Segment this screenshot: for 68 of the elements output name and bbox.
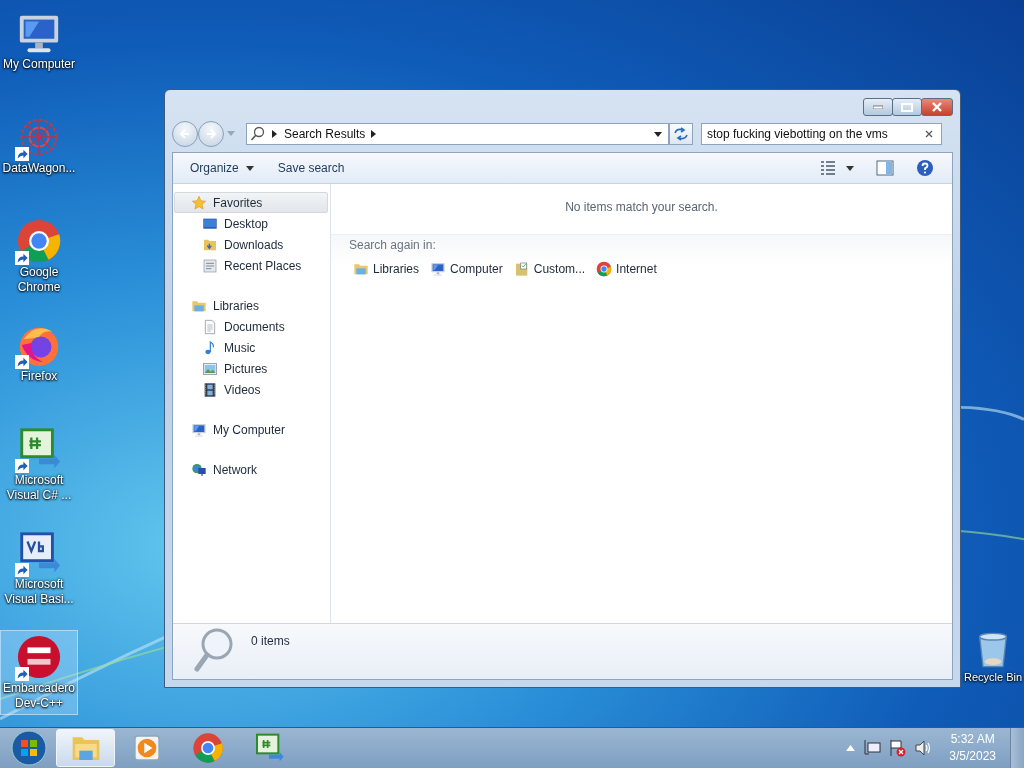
desktop-icon[interactable]: DataWagon... <box>0 110 78 180</box>
preview-pane-icon <box>876 160 894 176</box>
taskbar-button[interactable] <box>56 729 115 767</box>
browser-icon <box>596 261 613 277</box>
chevron-icon <box>371 130 378 138</box>
maximize-button[interactable] <box>892 98 922 116</box>
item-count: 0 items <box>251 634 290 648</box>
library-icon <box>353 261 369 277</box>
minimize-button[interactable] <box>863 98 893 116</box>
nav-item[interactable]: Pictures <box>174 358 328 379</box>
dev-badge-icon <box>16 634 62 680</box>
desktop-icon[interactable]: Recycle Bin <box>962 630 1024 685</box>
magnifier-icon <box>193 627 235 673</box>
dropdown-caret-icon <box>846 165 854 171</box>
flag-warning-icon[interactable] <box>889 739 908 757</box>
nav-item[interactable]: Favorites <box>174 192 328 213</box>
network-tray-icon[interactable] <box>863 740 882 756</box>
search-location-link[interactable]: Libraries <box>353 261 420 277</box>
address-bar[interactable]: Search Results <box>246 123 669 145</box>
maximize-icon <box>901 102 913 112</box>
refresh-button[interactable] <box>669 123 693 145</box>
breadcrumb-item[interactable]: Search Results <box>284 127 366 141</box>
nav-item[interactable]: My Computer <box>174 419 328 440</box>
search-location-link[interactable]: Custom... <box>513 261 586 277</box>
picture-frame-icon <box>202 360 218 377</box>
search-again-label: Search again in: <box>349 238 437 252</box>
nav-item[interactable]: Videos <box>174 379 328 400</box>
nav-item[interactable]: Desktop <box>174 213 328 234</box>
nav-item[interactable]: Network <box>174 459 328 480</box>
toolbar-button[interactable]: Organize <box>181 157 263 179</box>
computer-icon <box>191 421 207 438</box>
document-icon <box>202 318 218 335</box>
forward-arrow-icon <box>205 128 217 140</box>
toolbar-button[interactable]: Save search <box>268 157 354 179</box>
nav-item[interactable]: Downloads <box>174 234 328 255</box>
desktop-icon[interactable]: My Computer <box>0 6 78 76</box>
show-hidden-icons-icon[interactable] <box>846 745 856 751</box>
nav-item[interactable]: Libraries <box>174 295 328 316</box>
back-arrow-icon <box>179 128 191 140</box>
show-desktop-button[interactable] <box>1010 728 1024 768</box>
desktop-icon[interactable]: Google Chrome <box>0 214 78 299</box>
star-icon <box>191 194 207 211</box>
nav-item[interactable]: Recent Places <box>174 255 328 276</box>
search-location-link[interactable]: Internet <box>596 261 657 277</box>
recent-places-icon <box>202 257 218 274</box>
close-icon <box>931 102 943 112</box>
search-field[interactable]: stop fucking viebotting on the vms <box>701 123 942 145</box>
computer-icon <box>430 261 447 277</box>
clear-search-icon[interactable] <box>925 130 933 138</box>
browser-icon <box>191 732 224 764</box>
details-view-icon <box>820 160 836 176</box>
forward-button[interactable] <box>198 121 224 147</box>
help-icon <box>916 159 934 177</box>
chevron-icon <box>272 130 278 138</box>
network-globe-icon <box>191 461 207 478</box>
nav-item[interactable]: Documents <box>174 316 328 337</box>
refresh-icon <box>673 127 689 141</box>
film-strip-icon <box>202 381 218 398</box>
browser-icon <box>16 218 62 264</box>
back-button[interactable] <box>172 121 198 147</box>
minimize-icon <box>873 105 883 109</box>
dropdown-caret-icon[interactable] <box>654 131 662 137</box>
close-button[interactable] <box>921 98 953 116</box>
folder-icon <box>513 261 530 277</box>
windows-orb-icon <box>11 730 47 766</box>
nav-item[interactable]: Music <box>174 337 328 358</box>
search-location-link[interactable]: Computer <box>430 261 503 277</box>
search-icon <box>250 126 266 142</box>
